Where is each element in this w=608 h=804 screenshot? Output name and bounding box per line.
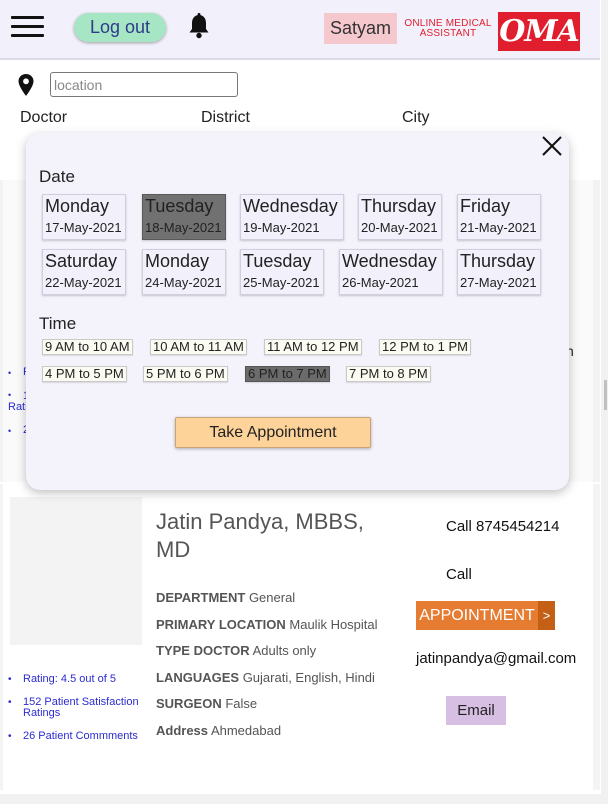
date-value: 25-May-2021 — [243, 275, 320, 290]
detail-row: TYPE DOCTOR Adults only — [156, 643, 406, 658]
detail-value: Ahmedabad — [210, 722, 282, 738]
take-appointment-button[interactable]: Take Appointment — [175, 417, 371, 448]
brand-tagline: ONLINE MEDICAL ASSISTANT — [404, 18, 492, 39]
detail-key: LANGUAGES — [156, 669, 240, 685]
time-slot[interactable]: 5 PM to 6 PM — [143, 366, 228, 382]
date-day: Wednesday — [342, 251, 437, 271]
date-option[interactable]: Wednesday 26-May-2021 — [339, 249, 443, 295]
date-option-selected[interactable]: Tuesday 18-May-2021 — [142, 194, 226, 240]
rating-list: Rating: 4.5 out of 5 152 Patient Satisfa… — [8, 674, 148, 754]
comments-item[interactable]: 26 Patient Commments — [8, 731, 148, 743]
logout-button[interactable]: Log out — [74, 13, 166, 42]
detail-value: Maulik Hospital — [289, 616, 378, 632]
rating-item[interactable]: Rating: 4.5 out of 5 — [8, 674, 148, 686]
doctor-name: Jatin Pandya, MBBS, MD — [156, 509, 364, 562]
detail-value: False — [225, 696, 258, 711]
detail-key: PRIMARY LOCATION — [156, 616, 286, 632]
detail-key: TYPE DOCTOR — [156, 643, 250, 658]
date-day: Thursday — [460, 251, 536, 271]
date-option[interactable]: Monday 17-May-2021 — [42, 194, 126, 240]
time-slot[interactable]: 4 PM to 5 PM — [42, 366, 127, 382]
detail-value: Gujarati, English, Hindi — [242, 669, 375, 685]
date-day: Wednesday — [243, 196, 338, 216]
app-header: Log out Satyam ONLINE MEDICAL ASSISTANT … — [0, 0, 600, 60]
time-slot-selected[interactable]: 6 PM to 7 PM — [245, 366, 330, 382]
date-value: 22-May-2021 — [45, 275, 122, 290]
time-slot[interactable]: 12 PM to 1 PM — [379, 339, 471, 355]
scrollbar-thumb[interactable] — [604, 380, 607, 410]
satisfaction-item[interactable]: 152 Patient Satisfaction Ratings — [8, 697, 148, 719]
location-input[interactable] — [50, 72, 238, 97]
date-section-label: Date — [39, 167, 75, 186]
date-value: 21-May-2021 — [460, 220, 537, 235]
detail-key: DEPARTMENT — [156, 590, 246, 605]
doctor-photo — [10, 497, 142, 645]
call-number[interactable]: Call 8745454214 — [446, 518, 559, 535]
menu-icon[interactable] — [11, 16, 44, 38]
detail-row: PRIMARY LOCATION Maulik Hospital — [156, 617, 406, 632]
email-button[interactable]: Email — [446, 696, 506, 725]
close-icon[interactable] — [541, 135, 563, 157]
time-section-label: Time — [39, 314, 77, 333]
date-day: Tuesday — [145, 196, 214, 216]
time-slot[interactable]: 9 AM to 10 AM — [42, 339, 133, 355]
date-day: Saturday — [45, 251, 118, 271]
date-value: 20-May-2021 — [361, 220, 438, 235]
detail-key: SURGEON — [156, 696, 222, 711]
detail-value: Adults only — [252, 643, 317, 658]
date-day: Tuesday — [243, 251, 312, 271]
date-value: 27-May-2021 — [460, 275, 537, 290]
date-day: Monday — [145, 251, 210, 271]
date-value: 18-May-2021 — [145, 220, 222, 235]
call-link[interactable]: Call — [446, 566, 472, 583]
date-option[interactable]: Tuesday 25-May-2021 — [240, 249, 324, 295]
bell-icon[interactable] — [187, 13, 211, 39]
date-value: 17-May-2021 — [45, 220, 122, 235]
user-badge[interactable]: Satyam — [324, 13, 397, 44]
time-slot[interactable]: 7 PM to 8 PM — [346, 366, 431, 382]
date-day: Thursday — [361, 196, 437, 216]
date-option[interactable]: Monday 24-May-2021 — [142, 249, 226, 295]
brand-logo: OMA — [498, 12, 580, 51]
date-option[interactable]: Thursday 27-May-2021 — [457, 249, 541, 295]
time-slot[interactable]: 11 AM to 12 PM — [264, 339, 362, 355]
detail-row: Address Ahmedabad — [156, 723, 406, 738]
filter-district[interactable]: District — [201, 109, 250, 127]
detail-row: LANGUAGES Gujarati, English, Hindi — [156, 670, 406, 685]
date-day: Monday — [45, 196, 110, 216]
detail-value: General — [248, 590, 296, 605]
date-day: Friday — [460, 196, 511, 216]
appointment-arrow-button[interactable]: > — [538, 601, 555, 630]
date-option[interactable]: Friday 21-May-2021 — [457, 194, 541, 240]
date-value: 26-May-2021 — [342, 275, 419, 290]
detail-row: DEPARTMENT General — [156, 590, 406, 605]
date-option[interactable]: Thursday 20-May-2021 — [358, 194, 442, 240]
appointment-button[interactable]: APPOINTMENT — [416, 601, 538, 630]
doctor-details: DEPARTMENT General PRIMARY LOCATION Maul… — [156, 590, 406, 749]
date-option[interactable]: Wednesday 19-May-2021 — [240, 194, 344, 240]
detail-row: SURGEON False — [156, 696, 406, 711]
time-slot[interactable]: 10 AM to 11 AM — [150, 339, 247, 355]
horizontal-scrollbar[interactable] — [0, 794, 601, 804]
date-value: 24-May-2021 — [145, 275, 222, 290]
date-option[interactable]: Saturday 22-May-2021 — [42, 249, 126, 295]
detail-key: Address — [156, 722, 209, 738]
location-pin-icon — [18, 74, 34, 96]
filter-city[interactable]: City — [402, 109, 430, 127]
doctor-email: jatinpandya@gmail.com — [416, 650, 577, 667]
filter-doctor[interactable]: Doctor — [20, 109, 67, 127]
date-value: 19-May-2021 — [243, 220, 320, 235]
peek-ratings-text: Rati — [8, 401, 28, 413]
